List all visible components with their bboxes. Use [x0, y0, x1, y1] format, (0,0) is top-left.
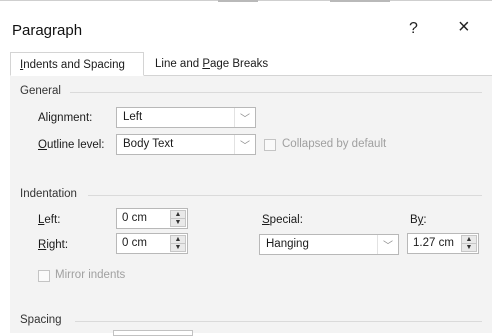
general-heading: General: [20, 85, 61, 97]
by-value: 1.27 cm: [413, 237, 454, 249]
tab-panel: General Alignment: Left ﹀ Outline level:…: [10, 76, 492, 333]
mirror-indents-checkbox[interactable]: [38, 270, 50, 282]
outline-level-value: Body Text: [123, 138, 174, 150]
right-indent-value: 0 cm: [122, 237, 147, 249]
spin-up-icon[interactable]: ▲: [461, 235, 477, 244]
alignment-value: Left: [123, 111, 143, 123]
by-label: By:: [410, 214, 427, 226]
special-select[interactable]: Hanging ﹀: [259, 234, 399, 255]
spacing-before-field-partial[interactable]: [113, 330, 193, 336]
right-indent-label: Right:: [38, 239, 69, 251]
indentation-heading: Indentation: [20, 188, 77, 200]
tab-line-and-page-breaks[interactable]: Line and Page Breaks: [147, 52, 278, 76]
top-edge-artifact: [218, 0, 258, 2]
spacing-heading: Spacing: [20, 314, 62, 326]
close-button[interactable]: ×: [458, 17, 470, 37]
collapsed-by-default-checkbox[interactable]: [264, 139, 276, 151]
spin-down-icon[interactable]: ▼: [170, 244, 186, 252]
special-label: Special:: [262, 214, 303, 226]
outline-level-select[interactable]: Body Text ﹀: [116, 134, 256, 155]
tab-indents-and-spacing[interactable]: Indents and Spacing: [10, 52, 144, 76]
chevron-down-icon: ﹀: [234, 108, 255, 127]
spin-up-icon[interactable]: ▲: [170, 210, 186, 219]
spacing-divider: [75, 321, 482, 322]
right-indent-spinner[interactable]: 0 cm ▲ ▼: [116, 233, 188, 254]
chevron-down-icon: ﹀: [377, 235, 398, 254]
indentation-divider: [88, 195, 482, 196]
left-indent-spinner[interactable]: 0 cm ▲ ▼: [116, 208, 188, 229]
tab-strip: Indents and Spacing Line and Page Breaks: [10, 52, 492, 76]
help-button[interactable]: ?: [409, 20, 418, 38]
dialog-title: Paragraph: [12, 22, 83, 39]
outline-level-label: Outline level:: [38, 139, 105, 151]
special-value: Hanging: [266, 238, 309, 250]
left-indent-value: 0 cm: [122, 212, 147, 224]
spin-up-icon[interactable]: ▲: [170, 235, 186, 244]
alignment-select[interactable]: Left ﹀: [116, 107, 256, 128]
top-edge-artifact: [330, 0, 390, 2]
alignment-label: Alignment:: [38, 112, 93, 124]
spin-down-icon[interactable]: ▼: [461, 244, 477, 252]
spin-down-icon[interactable]: ▼: [170, 219, 186, 227]
left-indent-label: Left:: [38, 214, 61, 226]
by-spinner[interactable]: 1.27 cm ▲ ▼: [407, 233, 479, 254]
general-divider: [70, 92, 482, 93]
chevron-down-icon: ﹀: [234, 135, 255, 154]
collapsed-by-default-label: Collapsed by default: [282, 138, 387, 150]
mirror-indents-label: Mirror indents: [55, 269, 126, 281]
